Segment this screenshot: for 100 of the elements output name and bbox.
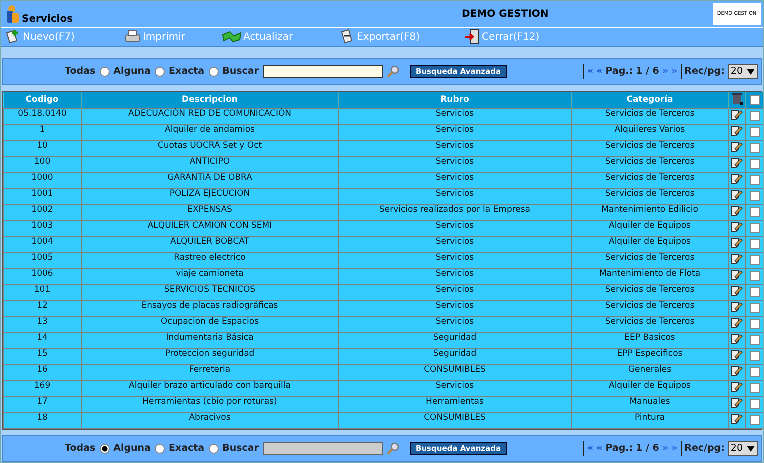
search-icon[interactable]	[387, 442, 400, 455]
table-cell: Servicios de Terceros	[572, 108, 728, 124]
records-per-page-select[interactable]: 20	[728, 64, 758, 79]
page-label: Pag.:	[606, 443, 634, 454]
refresh-button[interactable]: Actualizar	[222, 30, 294, 44]
row-checkbox[interactable]	[750, 175, 760, 186]
edit-icon[interactable]	[731, 205, 743, 217]
edit-icon[interactable]	[731, 253, 743, 265]
row-checkbox[interactable]	[750, 383, 760, 394]
edit-icon[interactable]	[731, 269, 743, 281]
row-checkbox[interactable]	[750, 287, 760, 298]
row-checkbox[interactable]	[750, 207, 760, 218]
edit-icon[interactable]	[731, 365, 743, 377]
radio-button[interactable]	[154, 444, 165, 454]
new-button[interactable]: Nuevo(F7)	[5, 29, 75, 45]
search-field[interactable]	[263, 65, 383, 78]
table-cell: Servicios	[338, 252, 572, 268]
app-logo-icon	[6, 5, 20, 25]
table-cell: Servicios de Terceros	[572, 284, 728, 300]
row-checkbox[interactable]	[750, 367, 760, 378]
table-cell: Alquiler de Equipos	[572, 220, 728, 236]
first-page-link[interactable]: «	[587, 66, 594, 77]
edit-icon[interactable]	[731, 237, 743, 249]
company-name: DEMO GESTION	[462, 8, 549, 20]
edit-icon[interactable]	[731, 317, 743, 329]
first-page-link[interactable]: «	[587, 443, 594, 454]
edit-icon[interactable]	[731, 125, 743, 137]
last-page-link[interactable]: »	[672, 443, 678, 454]
export-button[interactable]: Exportar(F8)	[339, 29, 420, 45]
table-cell: Servicios	[338, 188, 572, 204]
row-checkbox[interactable]	[750, 111, 760, 122]
table-cell: CONSUMIBLES	[338, 364, 572, 380]
select-all-checkbox[interactable]	[750, 94, 760, 105]
table-cell: Proteccion seguridad	[82, 348, 338, 364]
table-cell: Servicios	[338, 172, 572, 188]
edit-icon[interactable]	[731, 141, 743, 153]
radio-button[interactable]	[208, 66, 219, 76]
column-header[interactable]: Categoría	[572, 92, 728, 108]
row-checkbox[interactable]	[750, 351, 760, 362]
table-cell: Abracivos	[82, 412, 338, 428]
last-page-link[interactable]: »	[672, 66, 678, 77]
row-checkbox[interactable]	[750, 415, 760, 426]
previous-page-link[interactable]: «	[596, 66, 603, 77]
edit-icon[interactable]	[731, 285, 743, 297]
page-number: 1 / 6	[636, 66, 660, 77]
table-cell: Manuales	[572, 396, 728, 412]
table-cell: 1	[4, 124, 82, 140]
table-cell: ANTICIPO	[82, 156, 338, 172]
row-checkbox[interactable]	[750, 303, 760, 314]
option-label: Exacta	[168, 443, 205, 454]
trash-icon[interactable]	[732, 92, 742, 105]
column-header[interactable]: Rubro	[338, 92, 572, 108]
edit-icon[interactable]	[731, 381, 743, 393]
row-checkbox[interactable]	[750, 335, 760, 346]
next-page-link[interactable]: »	[662, 443, 668, 454]
table-cell: Servicios	[338, 124, 572, 140]
row-checkbox[interactable]	[750, 271, 760, 282]
table-cell: 13	[4, 316, 82, 332]
close-button[interactable]: Cerrar(F12)	[464, 29, 540, 45]
records-per-page-select[interactable]: 20	[728, 441, 758, 456]
row-checkbox[interactable]	[750, 319, 760, 330]
row-checkbox[interactable]	[750, 399, 760, 410]
radio-button[interactable]	[208, 444, 219, 454]
edit-icon[interactable]	[731, 173, 743, 185]
row-checkbox[interactable]	[750, 191, 760, 202]
edit-icon[interactable]	[731, 157, 743, 169]
table-cell: Servicios	[338, 140, 572, 156]
edit-icon[interactable]	[731, 109, 743, 121]
table-cell: ADECUACIÓN RED DE COMUNICACIÓN	[82, 108, 338, 124]
column-header[interactable]: Descripcion	[82, 92, 338, 108]
row-checkbox[interactable]	[750, 127, 760, 138]
edit-icon[interactable]	[731, 301, 743, 313]
column-header[interactable]: Codigo	[4, 92, 82, 108]
radio-button[interactable]	[100, 66, 110, 76]
row-checkbox[interactable]	[750, 143, 760, 154]
search-icon[interactable]	[387, 65, 400, 78]
edit-icon[interactable]	[731, 349, 743, 361]
next-page-link[interactable]: »	[662, 66, 668, 77]
radio-button[interactable]	[100, 444, 110, 454]
row-checkbox[interactable]	[750, 159, 760, 170]
table-cell: viaje camioneta	[82, 268, 338, 284]
edit-icon[interactable]	[731, 333, 743, 345]
previous-page-link[interactable]: «	[596, 443, 603, 454]
option-label: Todas	[65, 66, 96, 77]
print-button[interactable]: Imprimir	[124, 29, 186, 45]
table-cell: Alquiler de Equipos	[572, 236, 728, 252]
row-checkbox[interactable]	[750, 223, 760, 234]
row-checkbox[interactable]	[750, 255, 760, 266]
edit-icon[interactable]	[731, 413, 743, 425]
option-label: Exacta	[168, 66, 205, 77]
table-cell: 1003	[4, 220, 82, 236]
table-cell: Rastreo electrico	[82, 252, 338, 268]
table-cell: 16	[4, 364, 82, 380]
option-label: Alguna	[114, 66, 151, 77]
row-checkbox[interactable]	[750, 239, 760, 250]
edit-icon[interactable]	[731, 221, 743, 233]
radio-button[interactable]	[154, 66, 165, 76]
table-cell: 12	[4, 300, 82, 316]
edit-icon[interactable]	[731, 189, 743, 201]
edit-icon[interactable]	[731, 397, 743, 409]
